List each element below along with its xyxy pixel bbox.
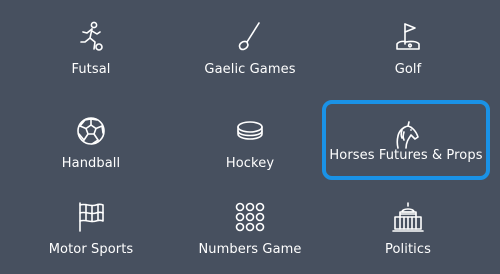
sport-tile-futsal[interactable]: Futsal [8, 0, 174, 86]
sport-label: Politics [385, 242, 431, 257]
futsal-player-icon [74, 20, 108, 54]
sports-grid: Futsal Gaelic Games Golf Handball Hockey… [0, 0, 500, 274]
sport-tile-politics[interactable]: Politics [325, 180, 491, 266]
sport-tile-gaelic-games[interactable]: Gaelic Games [167, 0, 333, 86]
hockey-puck-icon [233, 114, 267, 148]
sport-label: Gaelic Games [204, 62, 296, 77]
sport-tile-motor-sports[interactable]: Motor Sports [8, 180, 174, 266]
numbers-grid-icon [233, 200, 267, 234]
sport-tile-golf[interactable]: Golf [325, 0, 491, 86]
sport-tile-numbers-game[interactable]: Numbers Game [167, 180, 333, 266]
checkered-flag-icon [74, 200, 108, 234]
gaelic-stick-icon [233, 20, 267, 54]
capitol-building-icon [391, 200, 425, 234]
sport-label: Futsal [71, 62, 111, 77]
sport-tile-handball[interactable]: Handball [8, 94, 174, 180]
sport-label: Numbers Game [198, 242, 302, 257]
sport-label: Horses Futures & Props [329, 148, 483, 163]
sport-label: Golf [394, 62, 422, 77]
sport-label: Hockey [225, 156, 275, 171]
handball-icon [74, 114, 108, 148]
horse-head-icon [389, 118, 423, 152]
sport-tile-hockey[interactable]: Hockey [167, 94, 333, 180]
sport-tile-horses-futures-props[interactable]: Horses Futures & Props [322, 100, 490, 180]
golf-flag-icon [391, 20, 425, 54]
sport-label: Motor Sports [48, 242, 134, 257]
sport-label: Handball [61, 156, 121, 171]
